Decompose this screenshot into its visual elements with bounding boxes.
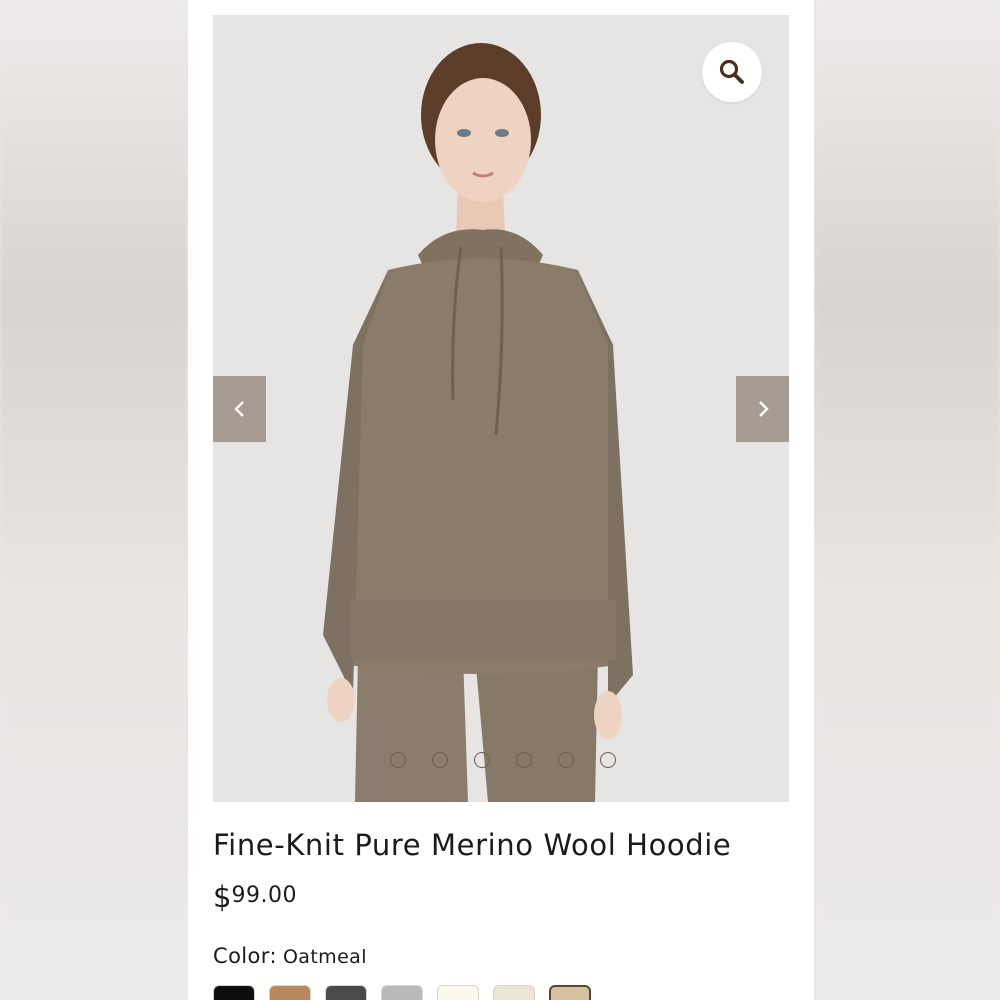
product-photo [213,15,789,802]
chevron-right-icon [758,401,769,417]
gallery-dot[interactable] [390,752,406,768]
product-price: $99.00 [213,880,297,914]
color-swatches [213,985,591,1000]
search-icon [719,59,744,84]
gallery-dot[interactable] [600,752,616,768]
gallery-dot[interactable] [432,752,448,768]
color-swatch[interactable] [493,985,535,1000]
color-swatch[interactable] [381,985,423,1000]
color-swatch[interactable] [269,985,311,1000]
gallery-pagination [390,752,616,768]
price-amount: 99.00 [231,883,297,908]
color-swatch[interactable] [437,985,479,1000]
zoom-button[interactable] [702,42,762,102]
color-swatch[interactable] [213,985,255,1000]
color-swatch[interactable] [549,985,591,1000]
color-swatch[interactable] [325,985,367,1000]
product-image-gallery[interactable] [213,15,789,802]
color-label: Color: [213,944,277,968]
blurred-background-right [814,0,1000,1000]
price-currency: $ [213,880,232,914]
selected-color-name: Oatmeal [282,946,367,968]
chevron-left-icon [233,401,244,417]
gallery-dot[interactable] [558,752,574,768]
gallery-dot[interactable] [516,752,532,768]
previous-image-button[interactable] [213,376,266,442]
product-page: Fine-Knit Pure Merino Wool Hoodie $99.00… [188,0,814,1000]
product-title: Fine-Knit Pure Merino Wool Hoodie [213,828,732,862]
next-image-button[interactable] [736,376,789,442]
blurred-background-left [0,0,188,1000]
gallery-dot[interactable] [474,752,490,768]
color-selector-label: Color: Oatmeal [213,944,367,968]
